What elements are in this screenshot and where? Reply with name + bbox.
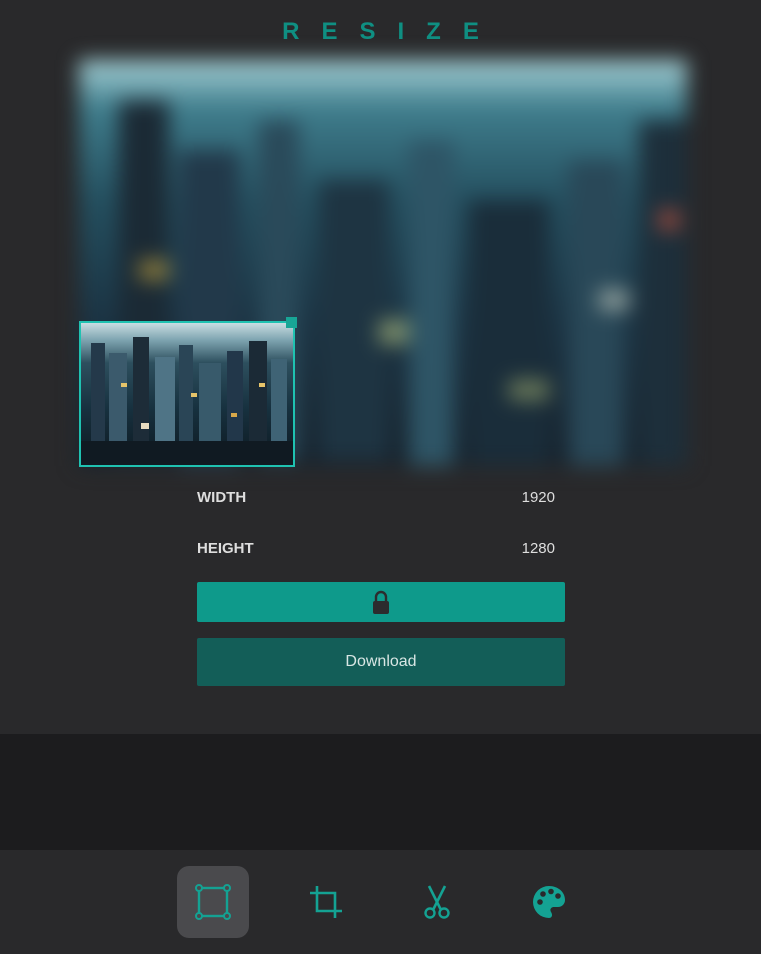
editor-panel: RESIZE WIDTH 1920 HEIGHT 1280 Download <box>0 0 761 734</box>
page-title: RESIZE <box>282 18 501 45</box>
crop-icon <box>310 886 342 918</box>
tool-filters[interactable] <box>513 866 585 938</box>
resize-handle[interactable] <box>286 317 297 328</box>
resize-selection-image[interactable] <box>79 321 295 467</box>
palette-icon <box>533 886 565 918</box>
download-button[interactable]: Download <box>197 638 565 686</box>
height-label: HEIGHT <box>197 540 254 557</box>
height-value[interactable]: 1280 <box>522 540 555 557</box>
width-value[interactable]: 1920 <box>522 489 555 506</box>
width-label: WIDTH <box>197 489 247 506</box>
lock-icon <box>373 590 389 614</box>
bottom-toolbar <box>0 850 761 954</box>
tool-resize[interactable] <box>177 866 249 938</box>
width-row: WIDTH 1920 <box>197 489 555 511</box>
aspect-lock-button[interactable] <box>197 582 565 622</box>
image-canvas[interactable] <box>79 60 687 467</box>
tool-cut[interactable] <box>401 866 473 938</box>
resize-icon <box>195 884 231 920</box>
scissors-icon <box>424 885 450 919</box>
tool-crop[interactable] <box>290 866 362 938</box>
height-row: HEIGHT 1280 <box>197 540 555 562</box>
